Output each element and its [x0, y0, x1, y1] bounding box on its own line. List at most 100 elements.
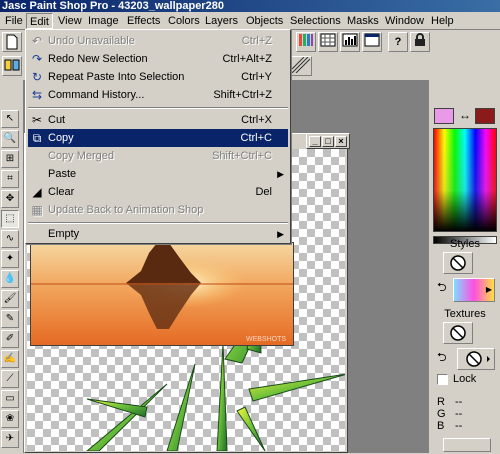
menu-item-paste[interactable]: Paste ▶	[28, 165, 288, 183]
background-color-swatch[interactable]	[475, 108, 495, 124]
copy-icon: ⧉	[32, 131, 42, 145]
eraser-tool[interactable]: ▭	[1, 390, 19, 408]
arrow-icon: ↖	[5, 113, 15, 124]
menu-masks[interactable]: Masks	[344, 13, 382, 29]
color-spectrum[interactable]	[433, 128, 497, 232]
g-label: G	[437, 408, 446, 420]
swap-colors-icon[interactable]: ↔	[457, 108, 473, 124]
clone-tool[interactable]: ✎	[1, 310, 19, 328]
menu-item-redo[interactable]: ↷ Redo New Selection Ctrl+Alt+Z	[28, 50, 288, 68]
swap-styles-icon[interactable]: ⮌	[437, 278, 447, 299]
swap-textures-icon[interactable]: ⮌	[437, 348, 447, 369]
menu-item-command-history[interactable]: ⇆ Command History... Shift+Ctrl+Z	[28, 86, 288, 104]
menu-item-empty[interactable]: Empty ▶	[28, 225, 288, 243]
zoom-tool[interactable]: 🔍	[1, 130, 19, 148]
lock-toolbar-button[interactable]	[410, 32, 430, 52]
menu-layers[interactable]: Layers	[202, 13, 241, 29]
menu-colors[interactable]: Colors	[165, 13, 203, 29]
tube-icon: ❀	[5, 413, 15, 424]
new-file-button[interactable]	[2, 32, 22, 52]
r-value: --	[455, 396, 463, 408]
diagonal-lines-icon	[291, 56, 311, 74]
copy-label: Copy	[48, 132, 74, 144]
null-texture-bg-icon	[466, 351, 490, 367]
arrow-tool[interactable]: ↖	[1, 110, 19, 128]
textures-label: Textures	[444, 308, 486, 320]
eraser-icon: ◢	[32, 185, 42, 199]
scratch-remover-tool[interactable]: ⟋	[1, 370, 19, 388]
histogram-button[interactable]	[340, 32, 360, 52]
paintbrush-tool[interactable]: 🖌	[1, 290, 19, 308]
replacer-icon: ✐	[5, 333, 15, 344]
foreground-style-button[interactable]	[443, 252, 473, 274]
edit-dropdown-menu: ↶ Undo Unavailable Ctrl+Z ↷ Redo New Sel…	[25, 29, 291, 244]
gradient-style-button[interactable]: ▶	[453, 278, 495, 302]
overview-button[interactable]	[362, 32, 382, 52]
deform-tool[interactable]: ⊞	[1, 150, 19, 168]
undo-label: Undo Unavailable	[48, 35, 135, 47]
background-texture-button[interactable]	[457, 348, 495, 370]
crop-tool[interactable]: ⌗	[1, 170, 19, 188]
menu-view[interactable]: View	[55, 13, 85, 29]
move-icon: ✥	[5, 193, 15, 204]
history-label: Command History...	[48, 89, 145, 101]
scissors-icon: ✂	[31, 113, 43, 127]
magic-wand-tool[interactable]: ✦	[1, 250, 19, 268]
photo-window-titlebar[interactable]: _ □ ×	[306, 133, 350, 149]
sunset-photo: WEBSHOTS	[31, 243, 293, 345]
pattern-button[interactable]	[290, 56, 312, 76]
color-replacer-tool[interactable]: ✐	[1, 330, 19, 348]
deform-icon: ⊞	[5, 153, 15, 164]
dropper-tool[interactable]: 💧	[1, 270, 19, 288]
foreground-texture-button[interactable]	[443, 322, 473, 344]
menu-window[interactable]: Window	[382, 13, 427, 29]
photo-maximize-button[interactable]: □	[322, 136, 334, 147]
update-animation-label: Update Back to Animation Shop	[48, 204, 204, 216]
menu-objects[interactable]: Objects	[243, 13, 286, 29]
animation-icon: ▦	[31, 203, 43, 217]
history-shortcut: Shift+Ctrl+Z	[213, 89, 272, 101]
menu-file[interactable]: File	[2, 13, 26, 29]
browse-button[interactable]	[2, 56, 22, 76]
selection-tool[interactable]: ⬚	[1, 210, 19, 228]
photo-image[interactable]: WEBSHOTS	[30, 242, 294, 346]
help-button[interactable]: ?	[388, 32, 408, 52]
paste-label: Paste	[48, 168, 77, 180]
airbrush-tool[interactable]: ✈	[1, 430, 19, 448]
eraser-tool-icon: ▭	[5, 393, 15, 404]
menu-effects[interactable]: Effects	[124, 13, 163, 29]
window-title: Jasc Paint Shop Pro - 43203_wallpaper280	[2, 0, 224, 12]
menu-edit[interactable]: Edit	[26, 13, 53, 29]
magnifier-icon: 🔍	[3, 133, 17, 144]
dropper-icon: 💧	[3, 273, 17, 284]
menu-item-update-animation[interactable]: ▦ Update Back to Animation Shop	[28, 201, 288, 219]
menu-item-cut[interactable]: ✂ Cut Ctrl+X	[28, 111, 288, 129]
repeat-shortcut: Ctrl+Y	[241, 71, 272, 83]
menu-help[interactable]: Help	[428, 13, 457, 29]
repeat-label: Repeat Paste Into Selection	[48, 71, 185, 83]
foreground-color-swatch[interactable]	[434, 108, 454, 124]
menu-image[interactable]: Image	[85, 13, 122, 29]
menu-item-repeat[interactable]: ↻ Repeat Paste Into Selection Ctrl+Y	[28, 68, 288, 86]
mover-tool[interactable]: ✥	[1, 190, 19, 208]
retouch-tool[interactable]: ✍	[1, 350, 19, 368]
lock-checkbox[interactable]	[437, 374, 448, 385]
menu-item-clear[interactable]: ◢ Clear Del	[28, 183, 288, 201]
empty-label: Empty	[48, 228, 80, 240]
history-icon: ⇆	[31, 88, 43, 102]
color-palette-button[interactable]	[296, 32, 316, 52]
lock-label: Lock	[453, 373, 477, 385]
menu-item-undo[interactable]: ↶ Undo Unavailable Ctrl+Z	[28, 32, 288, 50]
menu-item-copy-merged[interactable]: Copy Merged Shift+Ctrl+C	[28, 147, 288, 165]
marquee-icon: ⬚	[5, 213, 15, 224]
title-bar: Jasc Paint Shop Pro - 43203_wallpaper280	[0, 0, 500, 12]
lasso-tool[interactable]: ∿	[1, 230, 19, 248]
layer-palette-button[interactable]	[318, 32, 338, 52]
airbrush-icon: ✈	[5, 433, 15, 444]
menu-item-copy[interactable]: ⧉ Copy Ctrl+C	[28, 129, 288, 147]
photo-close-button[interactable]: ×	[335, 136, 347, 147]
color-palette-panel: ↔ Styles ⮌ ▶ Textures ⮌ Lock R -- G -- B…	[428, 80, 500, 453]
photo-minimize-button[interactable]: _	[309, 136, 321, 147]
menu-selections[interactable]: Selections	[287, 13, 344, 29]
picture-tube-tool[interactable]: ❀	[1, 410, 19, 428]
